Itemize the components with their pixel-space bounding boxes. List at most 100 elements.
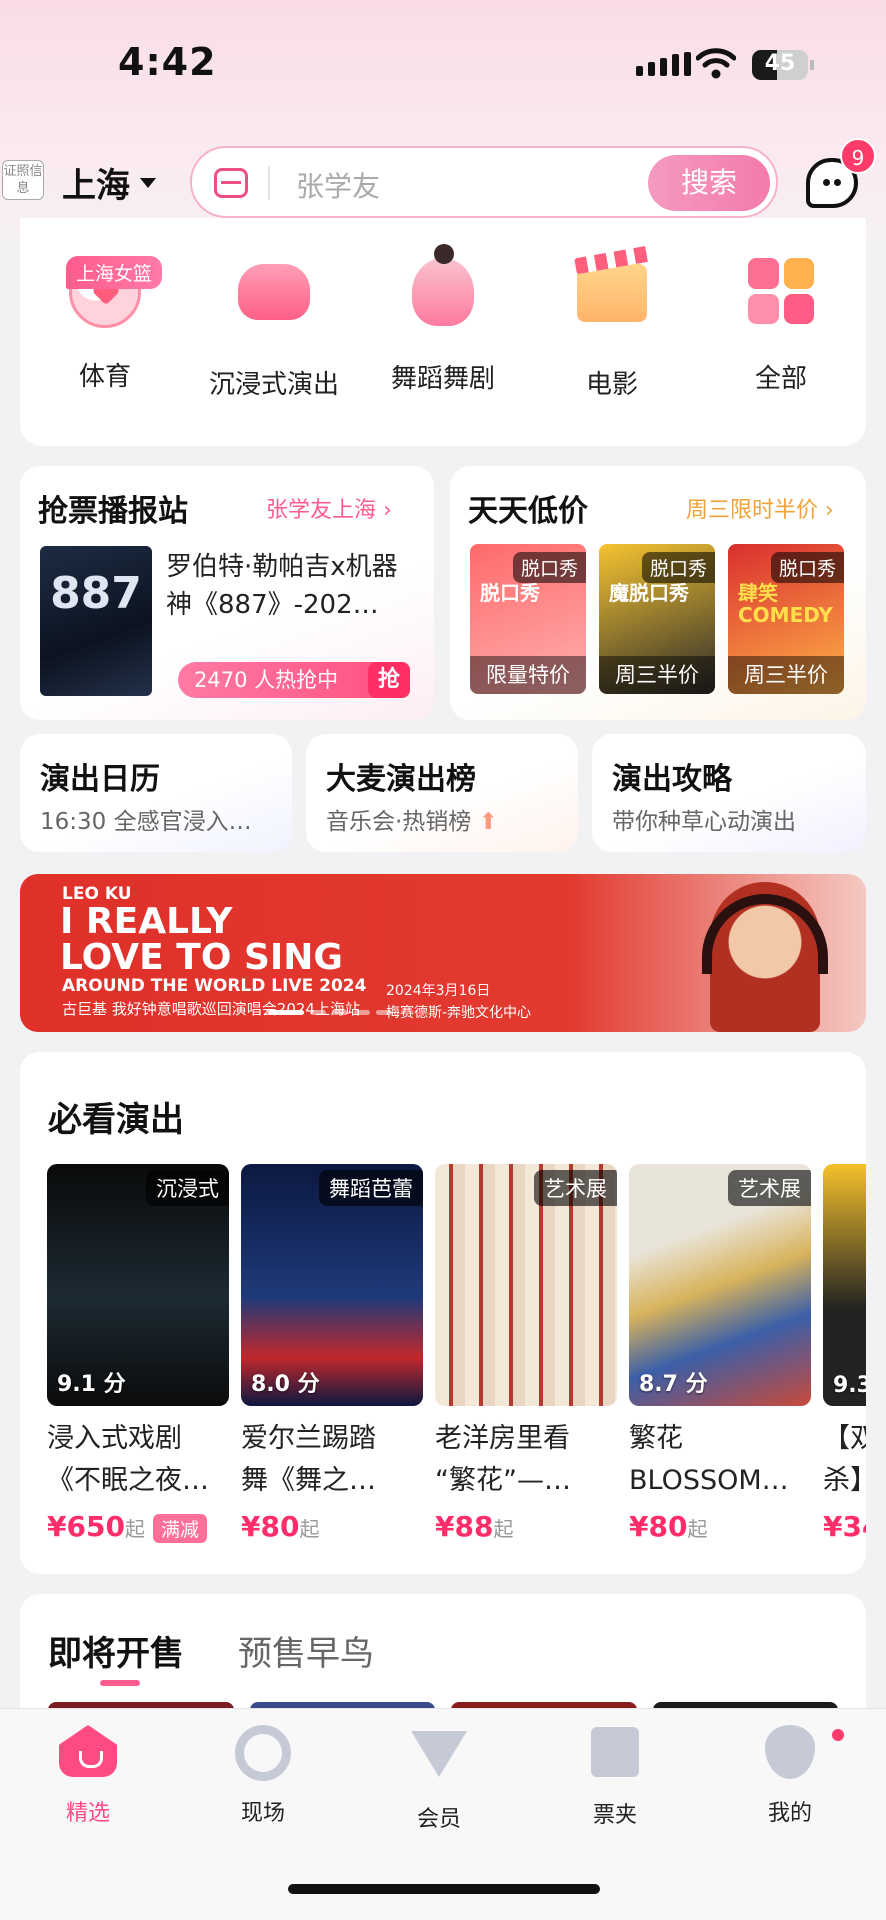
daily-low-link-text: 周三限时半价: [686, 498, 819, 523]
daily-low-card[interactable]: 天天低价 周三限时半价 › 脱口秀 脱口秀 限量特价 魔脱口秀 脱口秀 周三半价…: [450, 466, 866, 720]
battery-tip: [810, 60, 814, 70]
notification-dot: [832, 1729, 844, 1741]
concert-banner[interactable]: LEO KU I REALLY LOVE TO SING AROUND THE …: [20, 874, 866, 1032]
tab-label: 现场: [240, 1801, 285, 1826]
show-price: ¥80起: [629, 1510, 811, 1543]
message-badge: 9: [840, 138, 876, 174]
banner-headline-line: I REALLY: [60, 901, 233, 942]
damai-chart-card[interactable]: 大麦演出榜 音乐会·热销榜 ⬆: [306, 734, 578, 852]
tab-presale[interactable]: 预售早鸟: [238, 1626, 374, 1675]
category-label: 沉浸式演出: [208, 370, 339, 400]
show-title[interactable]: 罗伯特·勒帕吉x机器神《887》-202…: [166, 548, 406, 624]
daily-tile[interactable]: 魔脱口秀 脱口秀 周三半价: [599, 544, 715, 694]
show-card[interactable]: 艺术展 8.7 分 繁花 BLOSSOM… ¥80起: [629, 1164, 811, 1543]
tab-label: 精选: [65, 1801, 110, 1826]
live-icon: [235, 1725, 291, 1781]
show-price: ¥34: [823, 1510, 866, 1543]
section-title: 必看演出: [48, 1100, 184, 1140]
discount-badge: 满减: [152, 1514, 207, 1543]
show-name-line: 杀】: [823, 1465, 866, 1496]
clapperboard-icon: [577, 264, 647, 322]
show-name-line: 繁花: [629, 1423, 683, 1454]
search-button[interactable]: 搜索: [648, 155, 770, 211]
search-input[interactable]: 张学友: [296, 165, 380, 205]
category-tag: 上海女篮: [66, 256, 163, 289]
show-card[interactable]: 舞蹈芭蕾 8.0 分 爱尔兰踢踏 舞《舞之… ¥80起: [241, 1164, 423, 1543]
show-score: 8.7 分: [639, 1372, 708, 1397]
show-name-line: 《不眠之夜…: [47, 1465, 209, 1496]
grid-icon: [748, 258, 814, 324]
ticket-station-card[interactable]: 抢票播报站 张学友上海 › 887 罗伯特·勒帕吉x机器神《887》-202… …: [20, 466, 434, 720]
tab-upcoming[interactable]: 即将开售: [48, 1626, 184, 1675]
daily-tile[interactable]: 脱口秀 脱口秀 限量特价: [470, 544, 586, 694]
show-score: 9.1 分: [57, 1372, 126, 1397]
tab-featured[interactable]: 精选: [28, 1725, 148, 1827]
show-card[interactable]: 沉浸式 9.1 分 浸入式戏剧 《不眠之夜… ¥650起 满减: [47, 1164, 229, 1543]
mini-card-subtitle-text: 音乐会·热销榜: [326, 809, 472, 835]
search-bar[interactable]: 张学友 搜索: [190, 146, 778, 218]
show-calendar-card[interactable]: 演出日历 16:30 全感官浸入…: [20, 734, 292, 852]
daily-low-link[interactable]: 周三限时半价 ›: [686, 492, 834, 524]
price-suffix: 起: [299, 1517, 320, 1541]
price-value: ¥88: [435, 1510, 494, 1543]
active-tab-indicator: [100, 1680, 140, 1686]
banner-venue: 梅赛德斯-奔驰文化中心: [386, 1005, 532, 1021]
ticket-station-title: 抢票播报站: [38, 494, 188, 529]
tab-profile[interactable]: 我的: [730, 1725, 850, 1827]
tile-tag: 脱口秀: [770, 552, 844, 583]
city-name: 上海: [62, 166, 130, 206]
mini-card-title: 大麦演出榜: [326, 762, 476, 797]
scan-icon[interactable]: [214, 168, 248, 198]
mini-card-title: 演出攻略: [612, 762, 732, 797]
show-guide-card[interactable]: 演出攻略 带你种草心动演出: [592, 734, 866, 852]
show-poster: 艺术展 8.7 分: [629, 1164, 811, 1406]
price-value: ¥34: [823, 1510, 866, 1543]
show-category-badge: 沉浸式: [146, 1170, 229, 1206]
tile-caption: 周三半价: [728, 656, 844, 694]
tab-label: 我的: [767, 1801, 812, 1826]
show-poster[interactable]: 887: [40, 546, 152, 696]
category-label: 体育: [78, 362, 131, 392]
category-dance[interactable]: 舞蹈舞剧: [358, 244, 528, 395]
category-movie[interactable]: 电影: [527, 252, 697, 401]
banner-headline-line: LOVE TO SING: [60, 937, 343, 978]
tab-member[interactable]: 会员: [379, 1725, 499, 1833]
ticket-icon: [591, 1727, 639, 1777]
vr-headset-icon: [238, 264, 310, 320]
ticket-station-link[interactable]: 张学友上海 ›: [266, 492, 392, 524]
show-name-line: 舞《舞之…: [241, 1465, 376, 1496]
category-label: 电影: [585, 370, 638, 400]
tile-tag: 脱口秀: [641, 552, 715, 583]
hot-grab-button[interactable]: 2470 人热抢中 抢: [178, 662, 410, 698]
member-icon: [411, 1731, 467, 1777]
show-poster: 舞蹈芭蕾 8.0 分: [241, 1164, 423, 1406]
mini-card-subtitle: 16:30 全感官浸入…: [40, 809, 252, 835]
show-name-line: 老洋房里看: [435, 1423, 570, 1454]
show-card[interactable]: 9.3 【双 杀】 ¥34: [823, 1164, 866, 1543]
show-name-line: BLOSSOM…: [629, 1465, 789, 1496]
price-value: ¥80: [241, 1510, 300, 1543]
cert-info-button[interactable]: 证照信息: [2, 160, 44, 200]
category-all[interactable]: 全部: [696, 252, 866, 395]
ticket-station-link-text: 张学友上海: [266, 498, 377, 523]
city-selector[interactable]: 上海: [62, 158, 156, 207]
tab-label: 票夹: [592, 1803, 637, 1828]
show-name-line: 浸入式戏剧: [47, 1423, 182, 1454]
daily-tile[interactable]: 肆笑 COMEDY 脱口秀 周三半价: [728, 544, 844, 694]
arrow-up-icon: ⬆: [478, 809, 498, 835]
wifi-icon: [696, 48, 736, 79]
tile-caption: 限量特价: [470, 656, 586, 694]
tile-caption: 周三半价: [599, 656, 715, 694]
show-card[interactable]: 艺术展 老洋房里看 “繁花”—… ¥88起: [435, 1164, 617, 1543]
tab-live[interactable]: 现场: [203, 1725, 323, 1827]
tile-tag: 脱口秀: [512, 552, 586, 583]
category-immersive[interactable]: 沉浸式演出: [189, 252, 359, 401]
tab-tickets[interactable]: 票夹: [555, 1725, 675, 1829]
battery-level: 45: [764, 51, 796, 76]
price-suffix: 起: [493, 1517, 514, 1541]
battery-icon: 45: [752, 50, 808, 80]
show-poster: 沉浸式 9.1 分: [47, 1164, 229, 1406]
chevron-right-icon: ›: [383, 498, 392, 523]
banner-subtitle: 古巨基 我好钟意唱歌巡回演唱会2024上海站: [62, 1000, 360, 1018]
poster-title: 887: [50, 568, 142, 619]
